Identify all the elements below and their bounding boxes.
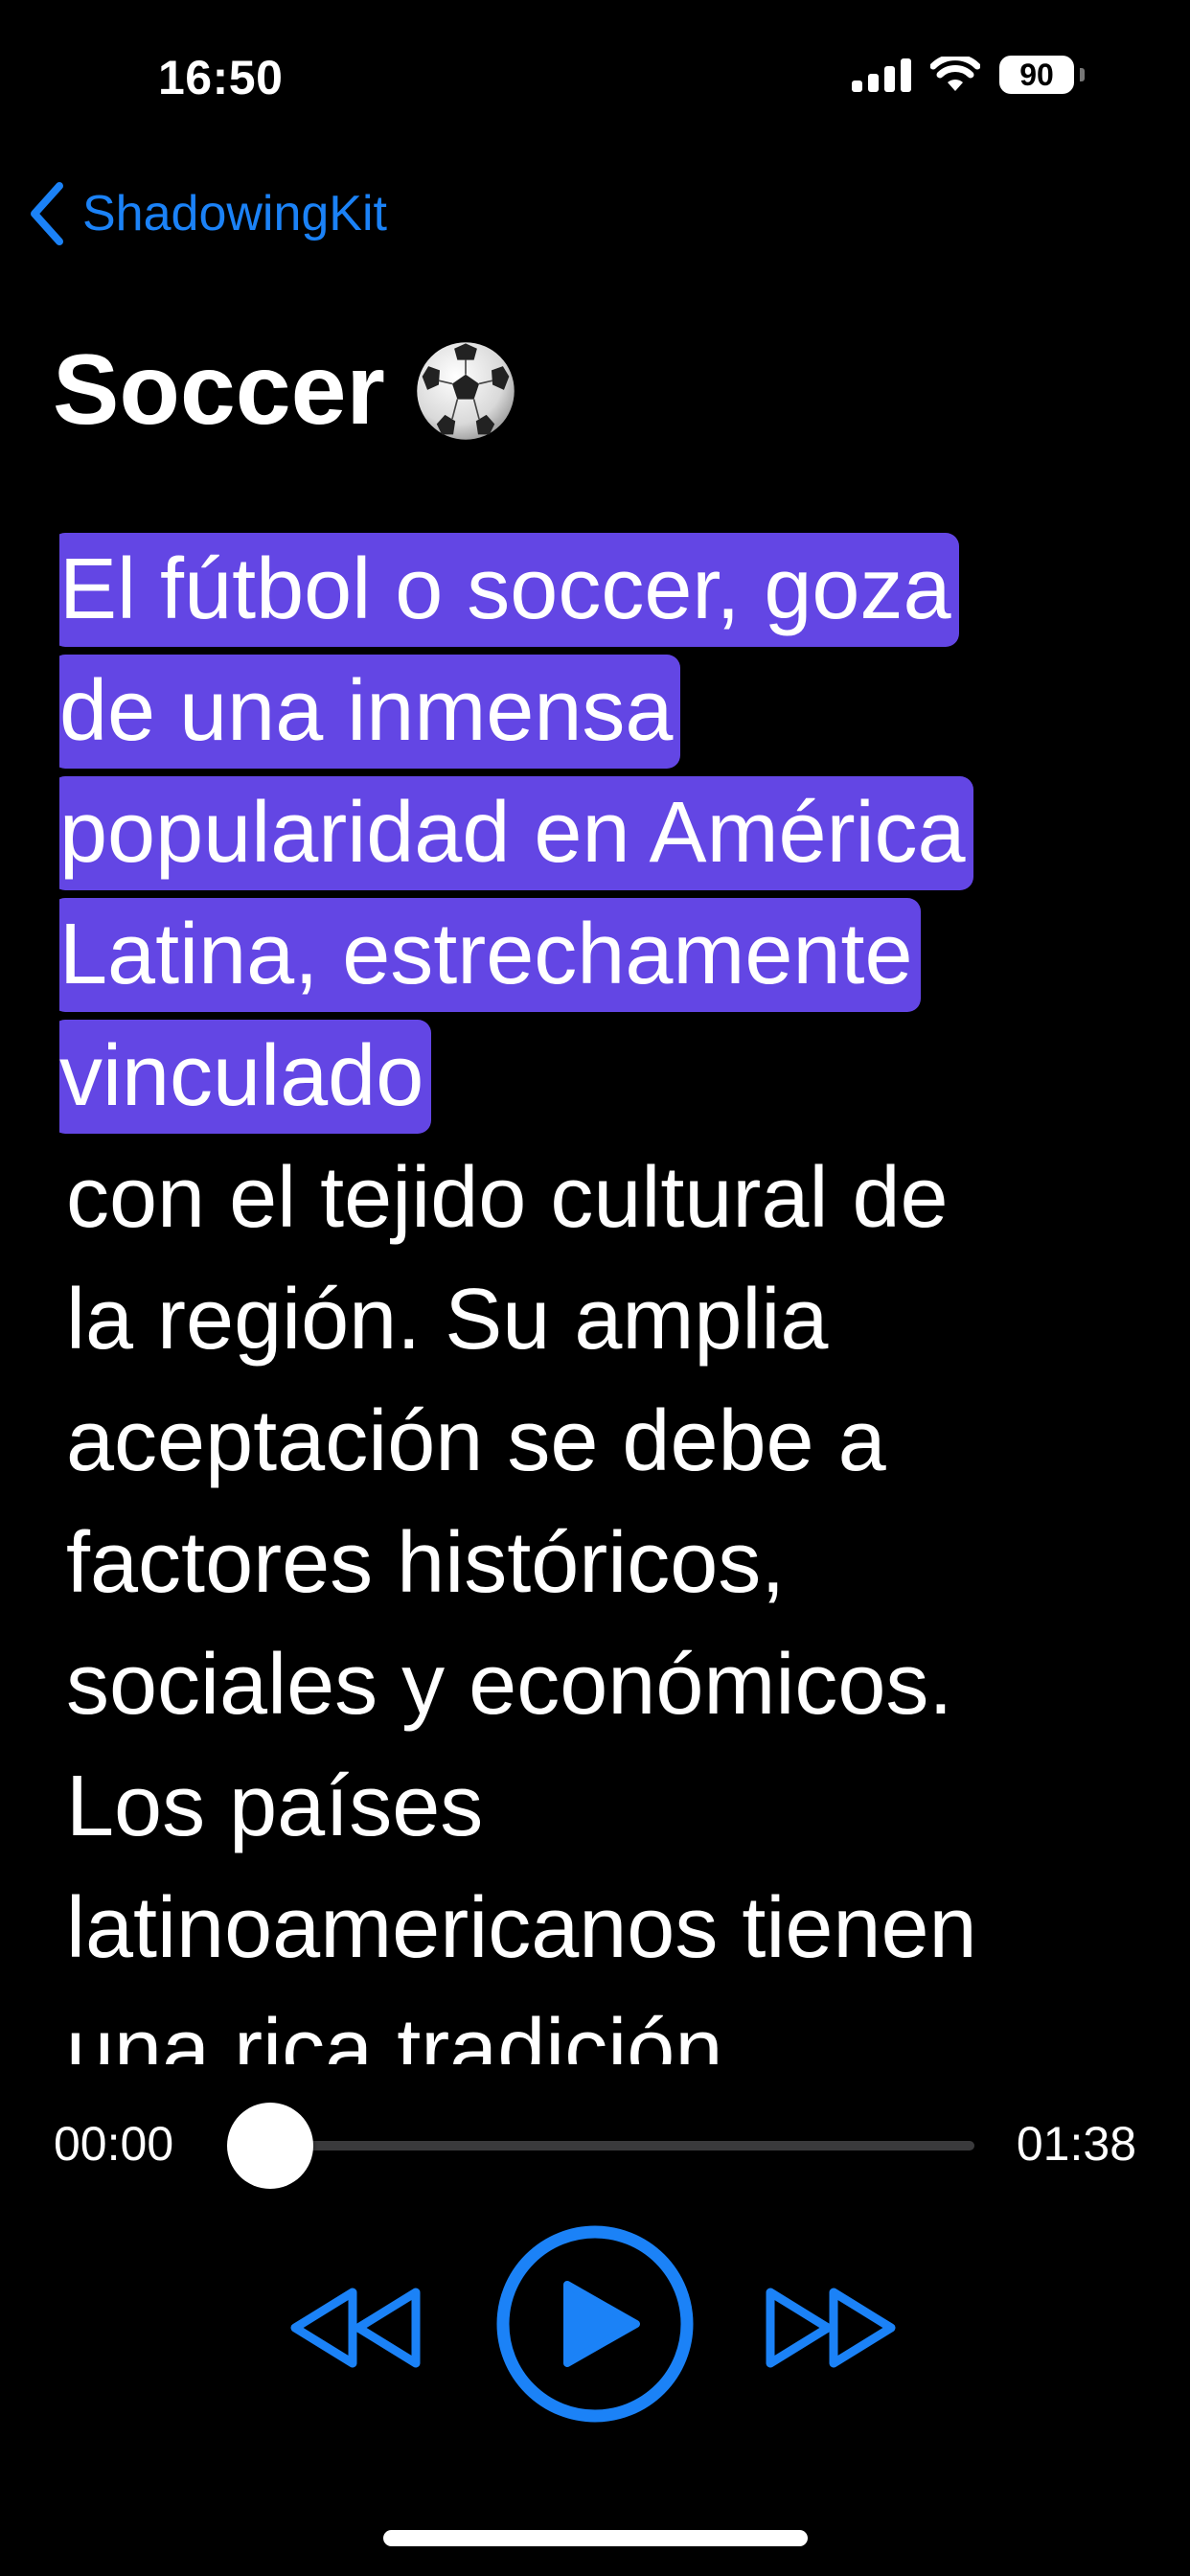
progress-slider-thumb[interactable] xyxy=(227,2103,313,2189)
transcript-lines: con el tejido cultural de la región. Su … xyxy=(59,1138,1133,2064)
transcript-line[interactable]: latinoamericanos tienen xyxy=(59,1868,1133,1990)
highlighted-line-text: de una inmensa xyxy=(59,655,681,769)
elapsed-time: 00:00 xyxy=(54,2117,174,2171)
soccer-ball-icon xyxy=(417,341,515,440)
transcript-line[interactable]: una rica tradición xyxy=(59,1990,1133,2064)
total-time: 01:38 xyxy=(1016,2117,1136,2171)
transcript[interactable]: El fútbol o soccer, goza de una inmensa … xyxy=(59,529,1133,2064)
page-title: Soccer xyxy=(53,334,517,448)
highlighted-line[interactable]: Latina, estrechamente xyxy=(59,894,1133,1016)
transcript-line[interactable]: sociales y económicos. xyxy=(59,1624,1133,1746)
chevron-left-icon xyxy=(31,182,63,245)
highlighted-line-text: El fútbol o soccer, goza xyxy=(59,533,959,647)
back-button[interactable]: ShadowingKit xyxy=(27,182,387,245)
playback-controls xyxy=(0,2223,1190,2434)
highlighted-line-text: popularidad en América xyxy=(59,776,973,890)
battery-nub xyxy=(1080,68,1085,81)
fast-forward-icon xyxy=(766,2288,896,2368)
transcript-line[interactable]: factores históricos, xyxy=(59,1503,1133,1624)
highlighted-line[interactable]: vinculado xyxy=(59,1016,1133,1138)
status-icons: 90 xyxy=(852,56,1085,94)
cellular-signal-icon xyxy=(852,58,911,92)
home-indicator[interactable] xyxy=(383,2530,808,2546)
highlighted-line-text: Latina, estrechamente xyxy=(59,898,921,1012)
transcript-line[interactable]: con el tejido cultural de xyxy=(59,1138,1133,1259)
back-button-label: ShadowingKit xyxy=(82,186,387,242)
highlighted-line[interactable]: popularidad en América xyxy=(59,772,1133,894)
battery-icon: 90 xyxy=(999,56,1074,94)
battery-level: 90 xyxy=(1019,57,1054,92)
progress-slider-track[interactable] xyxy=(232,2141,974,2150)
highlighted-line-text: vinculado xyxy=(59,1020,432,1134)
wifi-icon xyxy=(930,57,980,91)
play-icon xyxy=(496,2225,694,2423)
transcript-line[interactable]: aceptación se debe a xyxy=(59,1381,1133,1503)
rewind-button[interactable] xyxy=(287,2285,423,2371)
page-title-text: Soccer xyxy=(53,334,385,446)
status-time: 16:50 xyxy=(158,51,284,104)
transcript-line[interactable]: la región. Su amplia xyxy=(59,1259,1133,1381)
rewind-icon xyxy=(290,2288,421,2368)
play-button[interactable] xyxy=(494,2223,696,2425)
highlighted-line[interactable]: de una inmensa xyxy=(59,651,1133,772)
highlighted-line[interactable]: El fútbol o soccer, goza xyxy=(59,529,1133,651)
transcript-line[interactable]: Los países xyxy=(59,1746,1133,1868)
screen: 16:50 90 ShadowingKit Soccer El fútbol o… xyxy=(0,0,1190,2576)
fast-forward-button[interactable] xyxy=(763,2285,899,2371)
